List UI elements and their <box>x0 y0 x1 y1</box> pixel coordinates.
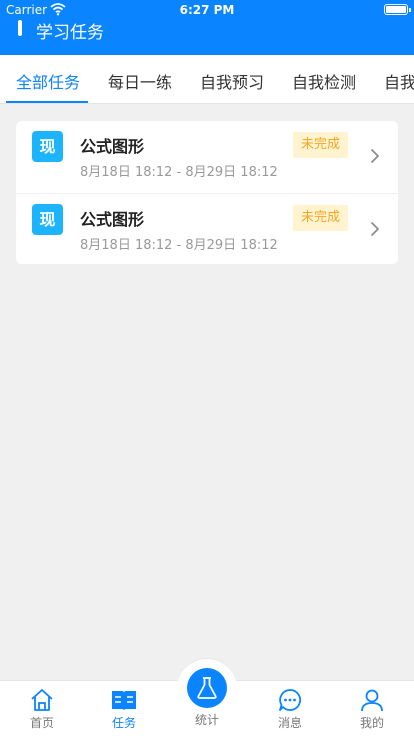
task-item[interactable]: 现 公式图形 8月18日 18:12 - 8月29日 18:12 未完成 <box>16 121 398 193</box>
tab-self-preview[interactable]: 自我预习 <box>200 69 264 93</box>
task-name: 公式图形 <box>80 210 145 229</box>
tab-self-test[interactable]: 自我检测 <box>292 69 356 93</box>
tabbar-profile[interactable]: 我的 <box>342 687 402 731</box>
home-icon <box>31 689 53 711</box>
task-time-range: 8月18日 18:12 - 8月29日 18:12 <box>80 165 278 180</box>
tab-self-more[interactable]: 自我 <box>384 69 414 93</box>
tabbar-tasks[interactable]: 任务 <box>94 687 154 731</box>
tabbar-label: 首页 <box>29 716 54 730</box>
person-icon <box>361 689 383 712</box>
task-type-badge: 现 <box>32 204 63 235</box>
tabbar-statistics-label: 统计 <box>194 713 219 727</box>
chat-icon <box>279 689 302 711</box>
task-list: 现 公式图形 8月18日 18:12 - 8月29日 18:12 未完成 现 公… <box>16 121 398 264</box>
title-accent <box>18 20 22 36</box>
task-status-badge: 未完成 <box>293 205 348 231</box>
task-name: 公式图形 <box>80 137 145 156</box>
clock: 6:27 PM <box>179 3 235 17</box>
flask-icon <box>197 677 217 699</box>
task-time-range: 8月18日 18:12 - 8月29日 18:12 <box>80 238 278 253</box>
book-icon <box>112 691 136 711</box>
tabbar-home[interactable]: 首页 <box>12 687 72 731</box>
nav-bar: 学习任务 <box>0 20 414 55</box>
tab-all-tasks[interactable]: 全部任务 <box>16 69 80 93</box>
chevron-right-icon <box>371 222 379 236</box>
tabbar-label: 消息 <box>277 716 302 730</box>
task-type-badge: 现 <box>32 131 63 162</box>
tabbar-label: 我的 <box>359 716 384 730</box>
page-title: 学习任务 <box>36 23 104 43</box>
tabbar-statistics-button[interactable] <box>187 668 227 708</box>
task-status-badge: 未完成 <box>293 132 348 158</box>
tabbar-label: 任务 <box>111 716 136 730</box>
category-tabs: 全部任务 每日一练 自我预习 自我检测 自我 <box>0 55 414 104</box>
battery-icon <box>384 4 411 15</box>
chevron-right-icon <box>371 149 379 163</box>
status-bar: Carrier 6:27 PM <box>0 0 414 20</box>
task-item[interactable]: 现 公式图形 8月18日 18:12 - 8月29日 18:12 未完成 <box>16 193 398 265</box>
active-tab-indicator <box>6 101 88 103</box>
tabbar-messages[interactable]: 消息 <box>260 687 320 731</box>
tab-daily-practice[interactable]: 每日一练 <box>108 69 172 93</box>
